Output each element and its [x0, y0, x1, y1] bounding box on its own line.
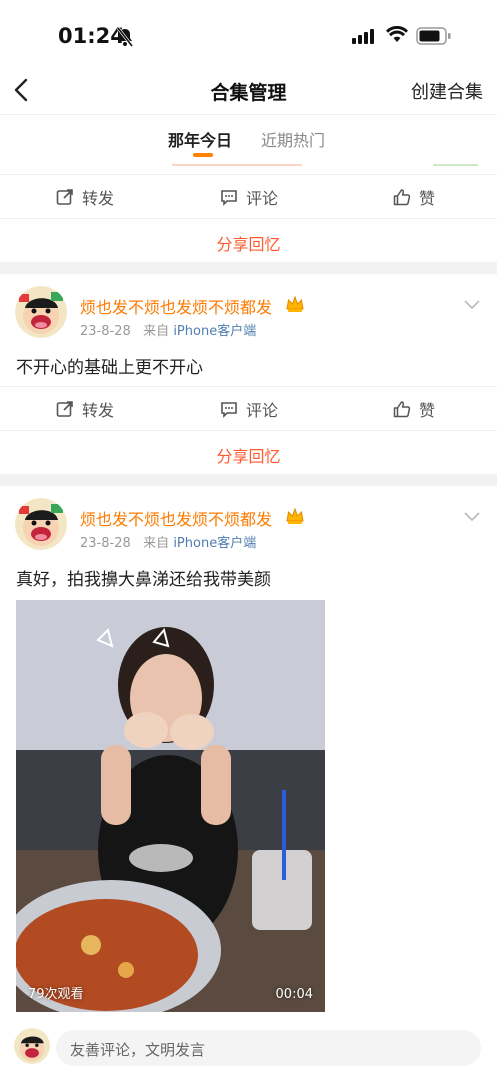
create-collection-button[interactable]: 创建合集 — [411, 78, 483, 104]
navigation-bar: 合集管理 创建合集 — [0, 72, 497, 108]
post-client-link[interactable]: iPhone客户端 — [173, 324, 256, 339]
post-date: 23-8-28 — [80, 536, 131, 551]
comment-label: 评论 — [246, 401, 279, 420]
post-client-link[interactable]: iPhone客户端 — [173, 536, 256, 551]
comment-placeholder: 友善评论，文明发言 — [70, 1041, 206, 1059]
my-avatar[interactable] — [14, 1028, 50, 1064]
battery-icon — [416, 27, 452, 49]
like-label: 赞 — [419, 401, 436, 420]
comment-button[interactable]: 评论 — [220, 397, 278, 421]
repost-button[interactable]: 转发 — [56, 185, 114, 209]
video-view-count: 79次观看 — [28, 987, 84, 1002]
post-meta: 23-8-28 来自 iPhone客户端 — [80, 532, 256, 551]
username[interactable]: 烦也发不烦也发烦不烦都发 — [80, 294, 272, 318]
video-frame-image — [16, 600, 325, 1012]
post-source-prefix: 来自 — [143, 536, 170, 551]
video-thumbnail[interactable]: 79次观看 00:04 — [16, 600, 325, 1012]
comment-icon — [221, 190, 237, 206]
post-action-row: 转发 评论 赞 — [0, 386, 497, 431]
post-action-row: 转发 评论 赞 — [0, 174, 497, 219]
video-duration: 00:04 — [275, 987, 313, 1002]
scrolled-content-edge — [0, 154, 497, 166]
wifi-icon — [386, 25, 408, 48]
avatar[interactable] — [15, 286, 67, 338]
comment-input[interactable]: 友善评论，文明发言 — [56, 1030, 481, 1066]
comment-button[interactable]: 评论 — [220, 185, 278, 209]
like-icon — [393, 401, 411, 418]
repost-label: 转发 — [82, 401, 115, 420]
post-date: 23-8-28 — [80, 324, 131, 339]
share-memory-button[interactable]: 分享回忆 — [0, 218, 497, 263]
crown-badge-icon — [285, 506, 305, 530]
tab-recent-hot[interactable]: 近期热门 — [261, 127, 325, 151]
share-memory-button[interactable]: 分享回忆 — [0, 430, 497, 475]
repost-icon — [56, 189, 73, 205]
repost-button[interactable]: 转发 — [56, 397, 114, 421]
avatar[interactable] — [15, 498, 67, 550]
repost-icon — [56, 401, 73, 417]
repost-label: 转发 — [82, 189, 115, 208]
username[interactable]: 烦也发不烦也发烦不烦都发 — [80, 506, 272, 530]
post-text: 真好，拍我擤大鼻涕还给我带美颜 — [16, 570, 271, 590]
post-meta: 23-8-28 来自 iPhone客户端 — [80, 320, 256, 339]
comment-icon — [221, 402, 237, 418]
share-memory-label: 分享回忆 — [216, 447, 281, 466]
comment-bar: 友善评论，文明发言 — [0, 1020, 497, 1080]
chevron-down-icon[interactable] — [463, 296, 481, 315]
post-source-prefix: 来自 — [143, 324, 170, 339]
like-button[interactable]: 赞 — [393, 397, 435, 421]
comment-label: 评论 — [246, 189, 279, 208]
section-divider — [0, 474, 497, 486]
chevron-down-icon[interactable] — [463, 508, 481, 527]
tab-on-this-day[interactable]: 那年今日 — [168, 127, 232, 151]
share-memory-label: 分享回忆 — [216, 235, 281, 254]
crown-badge-icon — [285, 294, 305, 318]
like-button[interactable]: 赞 — [393, 185, 435, 209]
section-divider — [0, 262, 497, 274]
status-time: 01:24 — [58, 24, 125, 48]
like-label: 赞 — [419, 189, 436, 208]
post-text: 不开心的基础上更不开心 — [16, 358, 203, 378]
status-bar: 01:24 — [0, 0, 497, 72]
like-icon — [393, 189, 411, 206]
signal-icon — [352, 29, 374, 44]
bell-slash-icon — [116, 27, 134, 51]
